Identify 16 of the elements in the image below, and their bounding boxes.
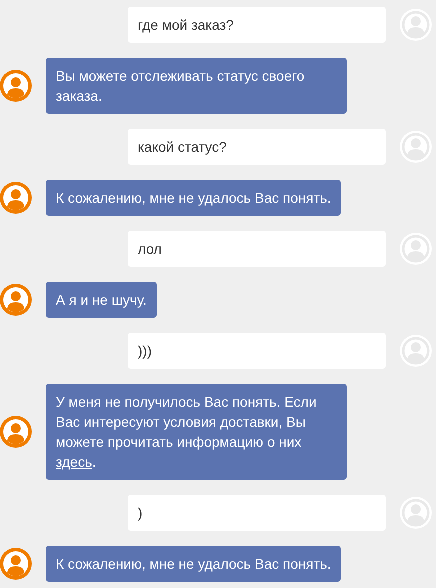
user-avatar-icon	[0, 70, 32, 102]
bot-message-bubble: К сожалению, мне не удалось Вас понять.	[46, 546, 342, 582]
bot-message-bubble: У меня не получилось Вас понять. Если Вас интересуют условия доставки, Вы можете прочитать информацию о них здесь.	[46, 384, 347, 480]
user-avatar-icon	[0, 416, 32, 448]
message-link[interactable]: здесь	[56, 454, 92, 470]
user-avatar-icon	[0, 548, 32, 580]
user-message-bubble: )))	[128, 333, 386, 369]
user-avatar-icon	[0, 284, 32, 316]
bot-message-bubble: Вы можете отслеживать статус своего заказа.	[46, 58, 347, 114]
user-message-bubble: какой статус?	[128, 129, 386, 165]
user-message-bubble: )	[128, 495, 386, 531]
user-avatar-icon	[0, 182, 32, 214]
user-message-bubble: где мой заказ?	[128, 7, 386, 43]
user-message-bubble: лол	[128, 231, 386, 267]
bot-message-bubble: К сожалению, мне не удалось Вас понять.	[46, 180, 342, 216]
bot-message-bubble: А я и не шучу.	[46, 282, 157, 318]
